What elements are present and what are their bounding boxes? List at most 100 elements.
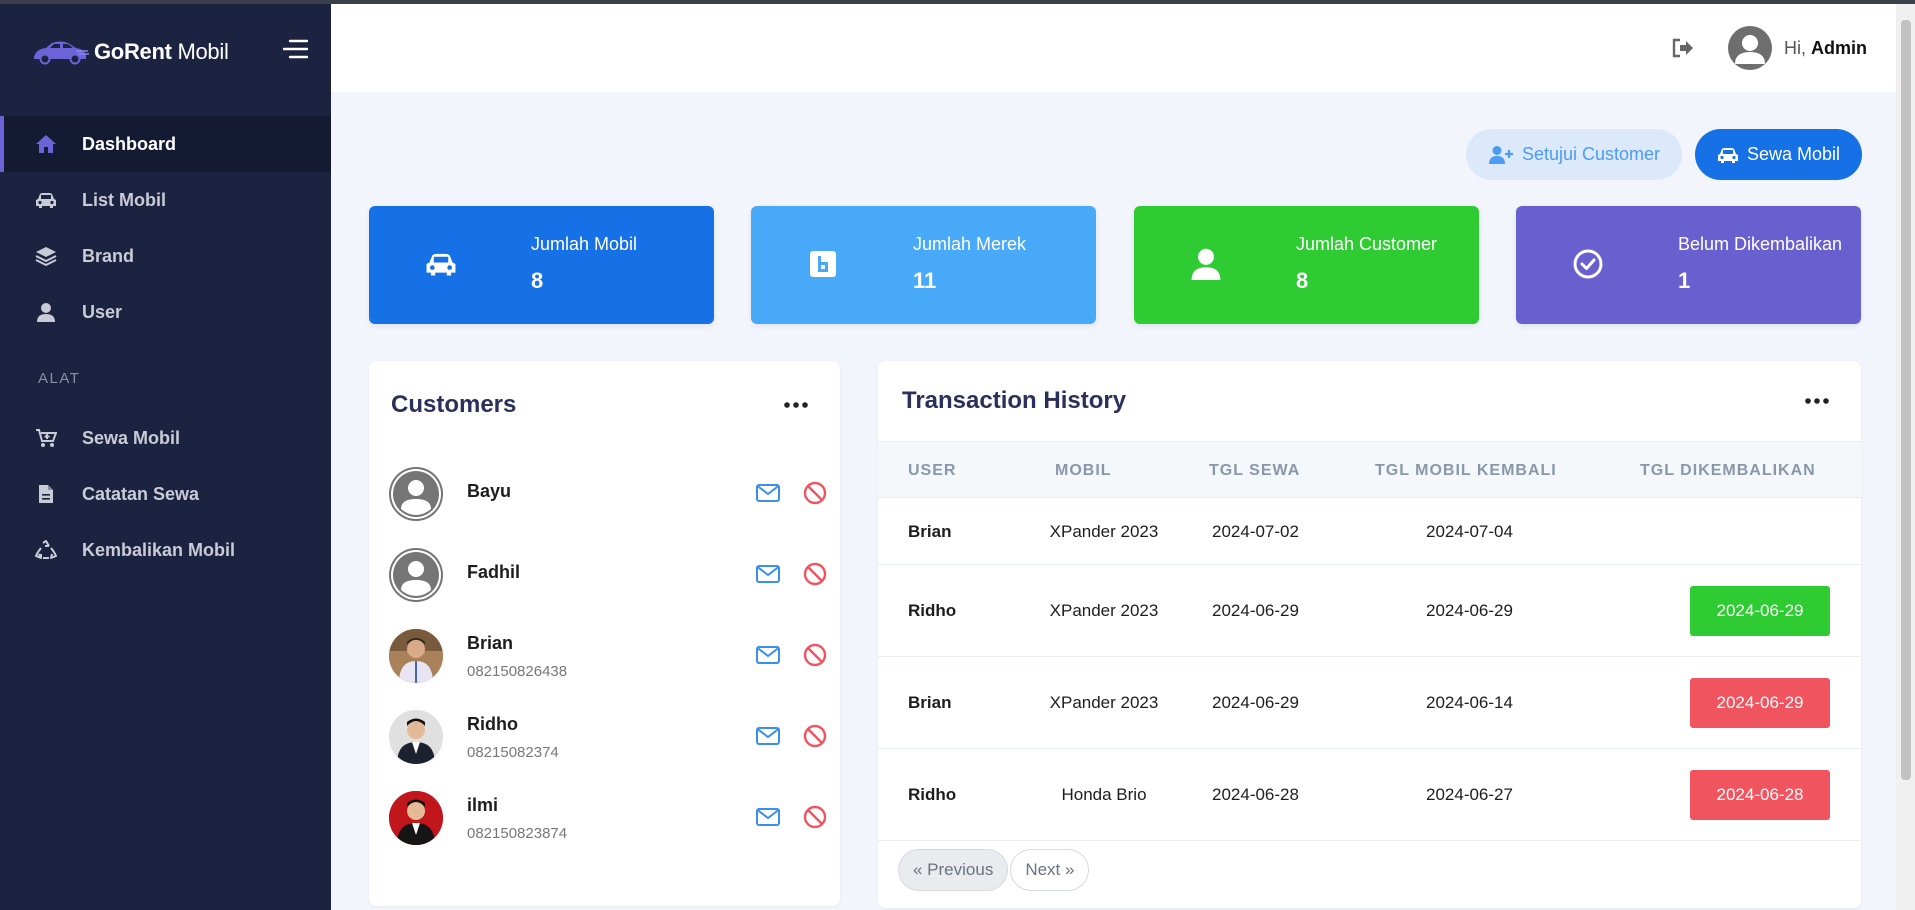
cell-due-date: 2024-06-14 [1426,693,1513,712]
username: Admin [1811,38,1867,58]
customer-name: Ridho [467,714,518,734]
user-icon [1188,246,1224,282]
avatar [389,548,443,602]
customers-title: Customers [391,391,517,418]
cell-rent-date: 2024-06-28 [1212,785,1299,804]
returned-date-badge: 2024-06-29 [1690,586,1830,636]
column-header-returned-date[interactable]: TGL DIKEMBALIKAN [1640,442,1816,499]
cell-car: XPander 2023 [1049,601,1159,620]
stat-value: 8 [531,268,544,293]
sidebar: GoRent Mobil Dashboard List Mobil Brand [0,4,331,910]
column-header-user[interactable]: USER [908,442,956,499]
window-top-strip [0,0,1915,4]
approve-customer-button[interactable]: Setujui Customer [1466,129,1682,180]
customer-phone: 08215082374 [467,744,559,761]
customer-item[interactable]: Fadhil [389,540,827,610]
customer-name: Brian [467,633,514,653]
top-header: Hi, Admin [331,4,1896,92]
stat-value: 11 [913,268,937,293]
user-plus-icon [1488,145,1513,164]
mail-icon[interactable] [755,482,781,504]
scrollbar-thumb[interactable] [1901,20,1911,780]
transaction-history-panel: Transaction History USER MOBIL TGL SEWA … [878,361,1861,908]
stat-label: Jumlah Mobil [531,234,638,254]
customer-item[interactable]: Bayu [389,459,827,529]
mail-icon[interactable] [755,806,781,828]
sidebar-nav: Dashboard List Mobil Brand User ALAT Sew… [0,116,331,578]
cell-rent-date: 2024-07-02 [1212,522,1299,541]
ban-icon[interactable] [803,643,827,667]
customer-item[interactable]: Brian 082150826438 [389,621,827,691]
previous-page-button[interactable]: « Previous [898,849,1009,891]
returned-date-badge: 2024-06-29 [1690,678,1830,728]
sidebar-item-list-mobil[interactable]: List Mobil [0,172,331,228]
sidebar-item-label: Sewa Mobil [82,427,181,448]
column-header-due-date[interactable]: TGL MOBIL KEMBALI [1375,442,1557,499]
stat-card-total-brands[interactable]: Jumlah Merek 11 [751,206,1096,324]
cell-due-date: 2024-06-29 [1426,601,1513,620]
brand-icon [805,246,841,282]
customers-panel: Customers Bayu Fadhil Brian 082150826438 [369,361,840,906]
customer-item[interactable]: ilmi 082150823874 [389,783,827,853]
sidebar-item-catatan-sewa[interactable]: Catatan Sewa [0,466,331,522]
logout-icon[interactable] [1671,37,1695,59]
table-header: USER MOBIL TGL SEWA TGL MOBIL KEMBALI TG… [878,441,1861,498]
table-row[interactable]: Brian XPander 2023 2024-06-29 2024-06-14… [878,657,1861,749]
brand-name: GoRent Mobil [94,39,229,64]
ban-icon[interactable] [803,724,827,748]
check-circle-icon [1570,246,1606,282]
stat-card-not-returned[interactable]: Belum Dikembalikan 1 [1516,206,1861,324]
rent-car-button[interactable]: Sewa Mobil [1695,129,1862,180]
avatar[interactable] [1728,26,1772,70]
car-icon [34,188,58,212]
cell-car: XPander 2023 [1049,522,1159,541]
sidebar-item-user[interactable]: User [0,284,331,340]
customer-name: Fadhil [467,562,520,582]
ban-icon[interactable] [803,562,827,586]
sidebar-item-sewa-mobil[interactable]: Sewa Mobil [0,410,331,466]
cell-due-date: 2024-06-27 [1426,785,1513,804]
sidebar-item-dashboard[interactable]: Dashboard [0,116,331,172]
sidebar-item-brand[interactable]: Brand [0,228,331,284]
more-options-icon[interactable] [1802,391,1832,411]
sidebar-item-kembalikan-mobil[interactable]: Kembalikan Mobil [0,522,331,578]
avatar [389,467,443,521]
cell-rent-date: 2024-06-29 [1212,601,1299,620]
more-options-icon[interactable] [781,395,811,415]
customer-phone: 082150826438 [467,663,568,680]
mail-icon[interactable] [755,563,781,585]
ban-icon[interactable] [803,481,827,505]
sidebar-item-label: Kembalikan Mobil [82,539,236,560]
recycle-icon [34,538,58,562]
column-header-car[interactable]: MOBIL [1055,442,1112,499]
table-row[interactable]: Ridho Honda Brio 2024-06-28 2024-06-27 2… [878,749,1861,841]
customer-item[interactable]: Ridho 08215082374 [389,702,827,772]
table-row[interactable]: Ridho XPander 2023 2024-06-29 2024-06-29… [878,565,1861,657]
ban-icon[interactable] [803,805,827,829]
avatar [389,629,443,683]
next-page-button[interactable]: Next » [1010,849,1090,891]
menu-toggle-icon[interactable] [282,38,308,60]
customer-name: Bayu [467,481,512,501]
avatar [389,791,443,845]
stat-label: Belum Dikembalikan [1678,234,1843,254]
sidebar-item-label: Dashboard [82,133,177,154]
sidebar-section-label: ALAT [38,369,81,387]
sidebar-item-label: List Mobil [82,189,166,210]
mail-icon[interactable] [755,644,781,666]
cell-user: Ridho [908,785,957,804]
car-icon [423,246,459,282]
brand-logo-area[interactable]: GoRent Mobil [30,32,229,72]
stat-card-total-cars[interactable]: Jumlah Mobil 8 [369,206,714,324]
transaction-history-title: Transaction History [902,387,1127,414]
column-header-rent-date[interactable]: TGL SEWA [1209,442,1300,499]
car-icon [1717,147,1738,163]
table-row[interactable]: Brian XPander 2023 2024-07-02 2024-07-04 [878,498,1861,565]
page-scrollbar[interactable] [1896,4,1915,910]
cell-car: Honda Brio [1061,785,1147,804]
stat-card-total-customers[interactable]: Jumlah Customer 8 [1134,206,1479,324]
cell-user: Ridho [908,601,957,620]
mail-icon[interactable] [755,725,781,747]
stat-value: 8 [1296,268,1309,293]
sidebar-item-label: User [82,301,123,322]
